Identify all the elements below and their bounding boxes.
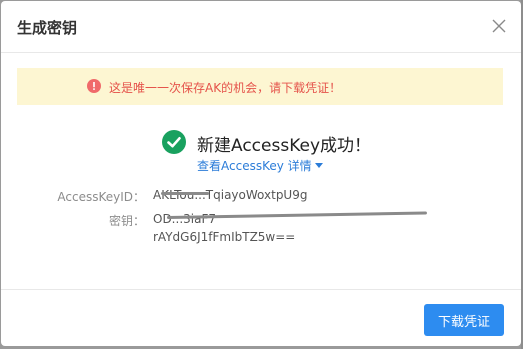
dialog-title: 生成密钥 <box>17 19 78 37</box>
dialog-header: 生成密钥 <box>1 1 521 53</box>
success-message: 新建AccessKey成功！ <box>1 129 521 157</box>
download-credentials-button[interactable]: 下载凭证 <box>424 304 504 336</box>
caret-down-icon <box>314 163 323 168</box>
check-circle-icon <box>162 130 186 154</box>
view-link-label: 查看AccessKey 详情 <box>197 159 312 173</box>
secret-key-line-2: rAYdG6J1fFmIbTZ5w== <box>153 230 296 244</box>
secret-key-label: 密钥： <box>108 214 145 228</box>
warning-alert: 这是唯一一次保存AK的机会，请下载凭证！ <box>17 68 503 105</box>
view-accesskey-details-link[interactable]: 查看AccessKey 详情 <box>197 157 323 174</box>
alert-text: 这是唯一一次保存AK的机会，请下载凭证！ <box>109 81 342 95</box>
access-key-id-value: AKLTou...TqiayoWoxtpU9g <box>153 188 308 202</box>
generate-key-dialog: 生成密钥 这是唯一一次保存AK的机会，请下载凭证！ 新建AccessKey成功！ <box>1 1 521 346</box>
redaction-mark <box>161 192 209 195</box>
access-key-id-label: AccessKeyID： <box>57 190 145 204</box>
close-icon[interactable] <box>491 18 507 34</box>
dialog-footer: 下载凭证 <box>1 289 521 346</box>
exclamation-circle-icon <box>87 79 101 93</box>
success-text: 新建AccessKey成功！ <box>197 136 372 156</box>
